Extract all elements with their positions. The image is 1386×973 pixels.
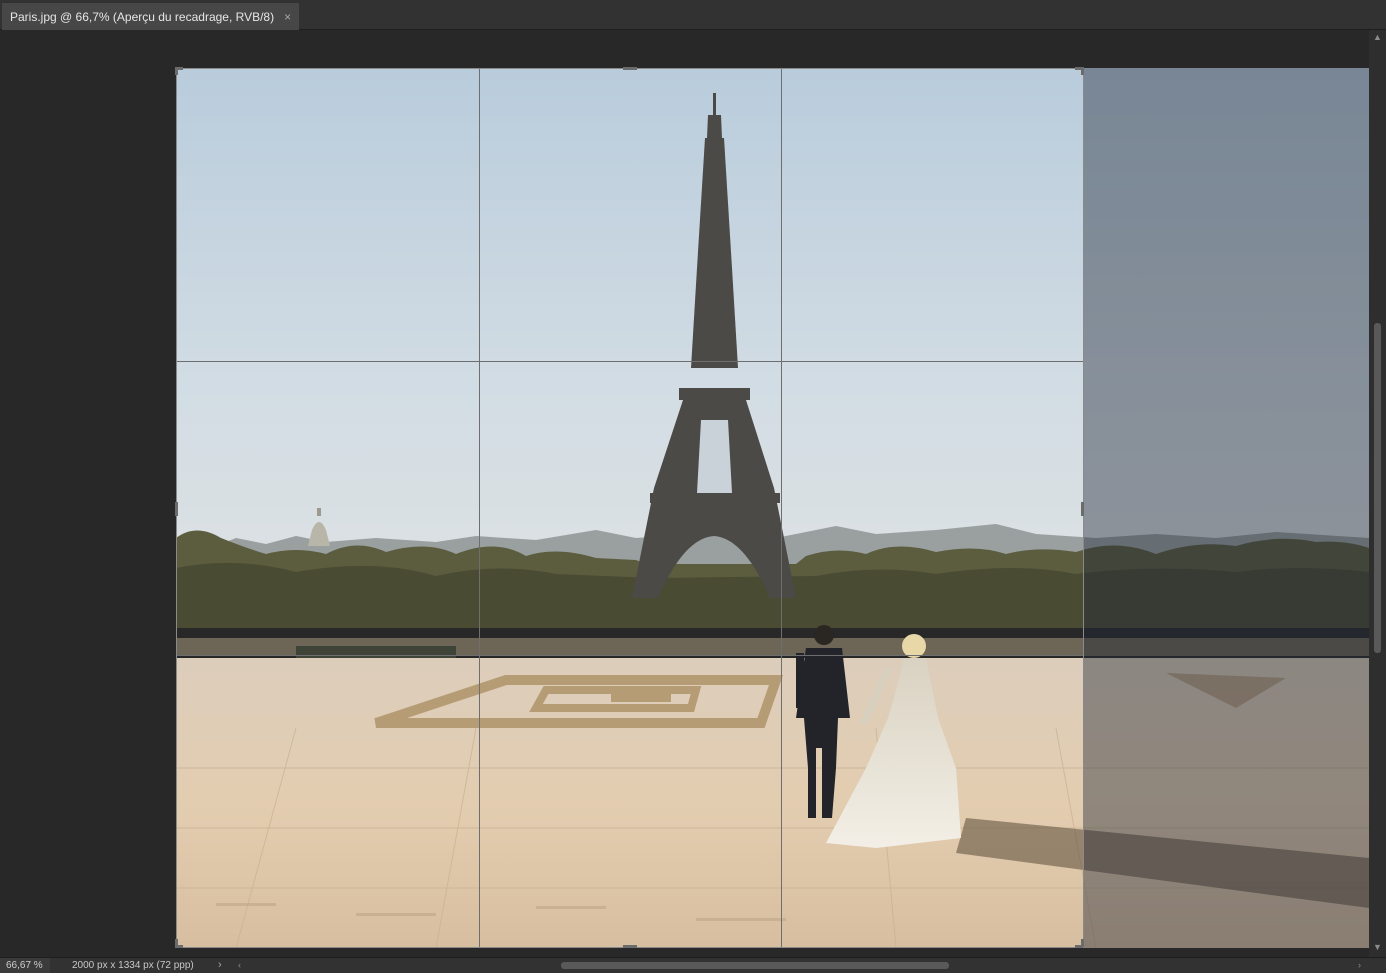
crop-handle-bottom[interactable] (623, 945, 637, 948)
crop-handle-top-left-v[interactable] (175, 67, 178, 75)
crop-handle-right[interactable] (1081, 502, 1084, 516)
horizontal-scrollbar[interactable]: ‹ › (232, 958, 1369, 973)
crop-handle-bottom-left-v[interactable] (175, 939, 178, 947)
document-canvas[interactable] (0, 30, 1369, 957)
zoom-level-field[interactable]: 66,67 % (0, 958, 50, 973)
close-tab-icon[interactable]: × (284, 4, 291, 30)
document-tab[interactable]: Paris.jpg @ 66,7% (Aperçu du recadrage, … (2, 3, 300, 30)
document-tab-title[interactable]: Paris.jpg @ 66,7% (Aperçu du recadrage, … (10, 4, 274, 30)
vertical-scroll-thumb[interactable] (1374, 323, 1381, 653)
crop-bounding-box[interactable] (175, 67, 1084, 948)
crop-guide-vertical-1 (479, 69, 480, 947)
scroll-right-icon[interactable]: › (1358, 958, 1361, 973)
scroll-left-icon[interactable]: ‹ (238, 958, 241, 973)
scroll-down-icon[interactable]: ▼ (1373, 942, 1382, 952)
crop-outside-shade (1084, 68, 1369, 948)
status-info-arrow-icon[interactable]: › (218, 958, 222, 973)
status-bar: 66,67 % 2000 px x 1334 px (72 ppp) › ‹ › (0, 957, 1386, 973)
crop-handle-bottom-right-v[interactable] (1081, 939, 1084, 947)
horizontal-scroll-thumb[interactable] (561, 962, 949, 969)
crop-handle-top-right-v[interactable] (1081, 67, 1084, 75)
crop-guide-vertical-2 (781, 69, 782, 947)
crop-guide-horizontal-2 (177, 655, 1083, 656)
document-size-info: 2000 px x 1334 px (72 ppp) (72, 960, 194, 971)
scroll-up-icon[interactable]: ▲ (1373, 32, 1382, 42)
crop-guide-horizontal-1 (177, 361, 1083, 362)
vertical-scrollbar[interactable]: ▲ ▼ (1369, 30, 1386, 957)
crop-handle-left[interactable] (175, 502, 178, 516)
crop-handle-top[interactable] (623, 67, 637, 70)
document-tab-bar: Paris.jpg @ 66,7% (Aperçu du recadrage, … (0, 0, 1386, 30)
